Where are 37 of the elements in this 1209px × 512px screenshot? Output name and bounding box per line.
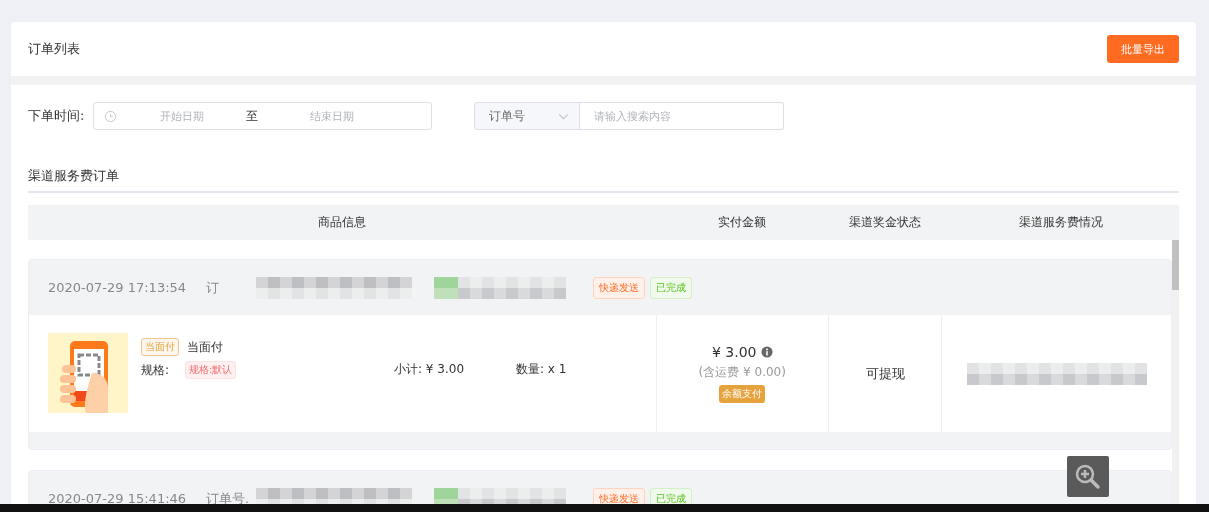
zoom-button[interactable] (1067, 456, 1109, 497)
info-icon[interactable] (760, 346, 773, 358)
search-type-select[interactable]: 订单号 (474, 102, 580, 130)
column-header: 渠道服务费情况 (1017, 214, 1104, 231)
clock-icon (104, 109, 117, 123)
order-time: 2020-07-29 17:13:54 (48, 280, 188, 295)
scrollbar-thumb[interactable] (1172, 240, 1179, 290)
page-title: 订单列表 (28, 40, 80, 58)
section-title: 渠道服务费订单 (28, 167, 120, 185)
status-tag: 快递发送 (593, 276, 645, 299)
status-tag: 快递发送 (593, 487, 645, 504)
bonus-status: 可提现 (865, 364, 905, 383)
product-name: 当面付 (187, 338, 223, 356)
filter-label: 下单时间: (28, 107, 86, 125)
column-header: 商品信息 (317, 214, 367, 231)
spec-label: 规格: (141, 361, 170, 379)
status-tag: 已完成 (650, 487, 692, 504)
shipping-fee: (含运费 ¥ 0.00) (698, 364, 786, 381)
column-header: 实付金额 (717, 214, 767, 231)
order-number-label: 订单号. (206, 489, 251, 504)
payment-method-badge: 余额支付 (719, 385, 766, 403)
end-date-input[interactable]: 结束日期 (277, 109, 387, 123)
quantity-text: 数量: x 1 (516, 361, 567, 378)
payment-type-badge: 当面付 (141, 338, 179, 356)
column-header: 渠道奖金状态 (848, 214, 922, 231)
search-field[interactable]: 请输入搜索内容 (580, 102, 784, 130)
chevron-down-icon (558, 112, 569, 120)
status-tag: 已完成 (650, 276, 692, 299)
order-time: 2020-07-29 15:41:46 (48, 491, 188, 504)
subtotal-text: 小计: ¥ 3.00 (394, 361, 466, 378)
start-date-input[interactable]: 开始日期 (127, 109, 237, 123)
scrollbar[interactable] (1172, 240, 1179, 504)
spec-tag: 规格:默认 (185, 361, 237, 379)
order-number-label: 订 (206, 278, 220, 297)
paid-amount: ¥ 3.00 (712, 344, 757, 360)
zoom-in-icon (1075, 463, 1101, 490)
range-separator: 至 (245, 107, 259, 125)
